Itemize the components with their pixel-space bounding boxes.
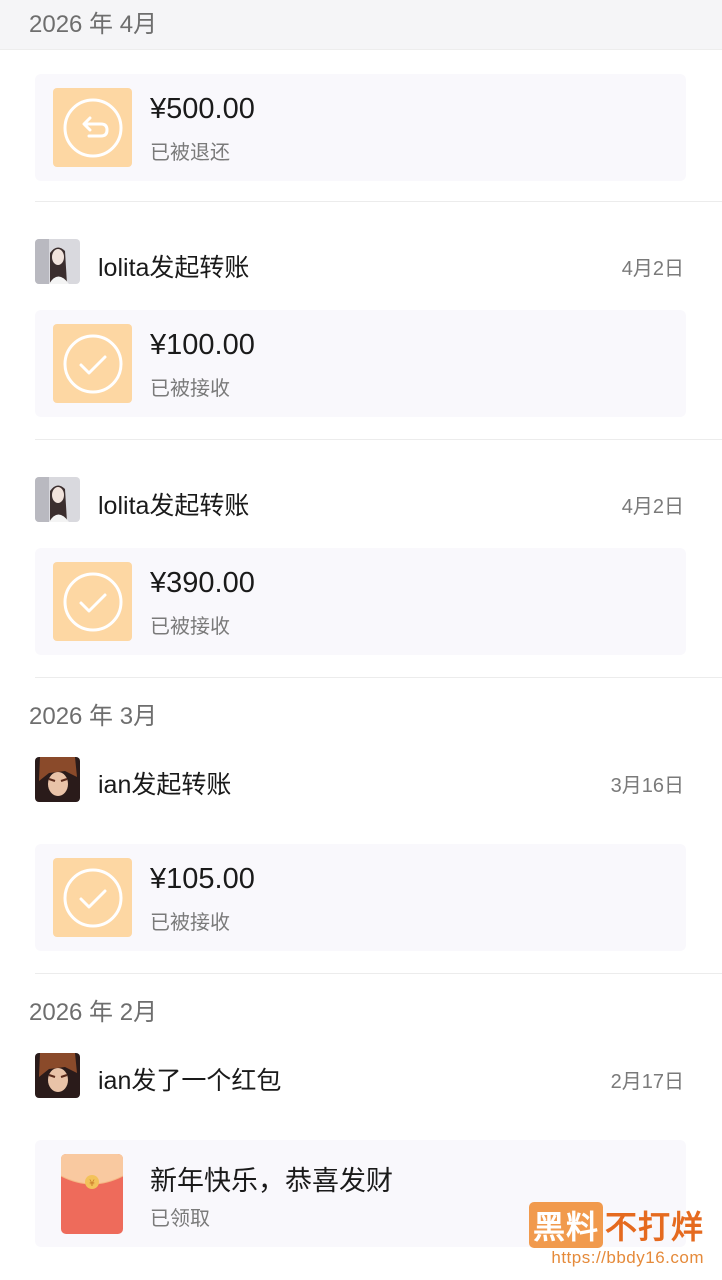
- svg-text:¥: ¥: [89, 1179, 95, 1189]
- avatar-lolita[interactable]: [35, 239, 80, 284]
- avatar-lolita[interactable]: [35, 477, 80, 522]
- avatar-ian[interactable]: [35, 757, 80, 802]
- transfer-card[interactable]: ¥390.00 已被接收: [35, 548, 686, 655]
- transfer-amount: ¥390.00: [150, 567, 255, 599]
- transfer-card[interactable]: ¥500.00 已被退还: [35, 74, 686, 181]
- check-icon: [53, 858, 132, 937]
- red-packet-status: 已领取: [150, 1208, 210, 1230]
- transfer-amount: ¥105.00: [150, 863, 255, 895]
- transfer-date: 2月17日: [610, 1071, 684, 1093]
- transfer-entry: lolita发起转账 4月2日 ¥100.00 已被接收: [0, 202, 722, 440]
- watermark-url: https://bbdy16.com: [551, 1248, 704, 1267]
- month-header-february: 2026 年 2月: [0, 988, 722, 1038]
- watermark-brand-box: 黑料: [528, 1202, 603, 1248]
- transfer-card[interactable]: ¥100.00 已被接收: [35, 310, 686, 417]
- sender-name: lolita发起转账: [98, 492, 250, 520]
- transfer-date: 3月16日: [610, 775, 684, 797]
- transfer-status: 已被接收: [150, 378, 230, 400]
- sender-name: ian发了一个红包: [98, 1067, 282, 1095]
- transfer-entry: ian发起转账 3月16日 ¥105.00 已被接收: [0, 742, 722, 974]
- sender-name: ian发起转账: [98, 771, 232, 799]
- transfer-entry: lolita发起转账 4月2日 ¥390.00 已被接收: [0, 440, 722, 678]
- transfer-date: 4月2日: [621, 496, 684, 518]
- transfer-amount: ¥100.00: [150, 329, 255, 361]
- divider: [35, 677, 722, 678]
- check-icon: [53, 324, 132, 403]
- refund-icon: [53, 88, 132, 167]
- red-packet-message: 新年快乐，恭喜发财: [150, 1166, 393, 1196]
- avatar-ian[interactable]: [35, 1053, 80, 1098]
- transfer-amount: ¥500.00: [150, 93, 255, 125]
- check-icon: [53, 562, 132, 641]
- month-header-april: 2026 年 4月: [0, 0, 722, 50]
- watermark: 黑料 不打烊 https://bbdy16.com: [528, 1202, 704, 1268]
- transfer-card[interactable]: ¥105.00 已被接收: [35, 844, 686, 951]
- watermark-brand-rest: 不打烊: [604, 1209, 704, 1245]
- red-packet-icon: ¥: [60, 1154, 124, 1234]
- sender-name: lolita发起转账: [98, 254, 250, 282]
- transfer-status: 已被接收: [150, 912, 230, 934]
- transfer-date: 4月2日: [621, 258, 684, 280]
- divider: [35, 973, 722, 974]
- watermark-brand: 黑料 不打烊: [528, 1202, 704, 1248]
- transfer-status: 已被接收: [150, 616, 230, 638]
- transfer-status: 已被退还: [150, 142, 230, 164]
- month-header-march: 2026 年 3月: [0, 692, 722, 742]
- transfer-entry: ¥500.00 已被退还: [0, 50, 722, 202]
